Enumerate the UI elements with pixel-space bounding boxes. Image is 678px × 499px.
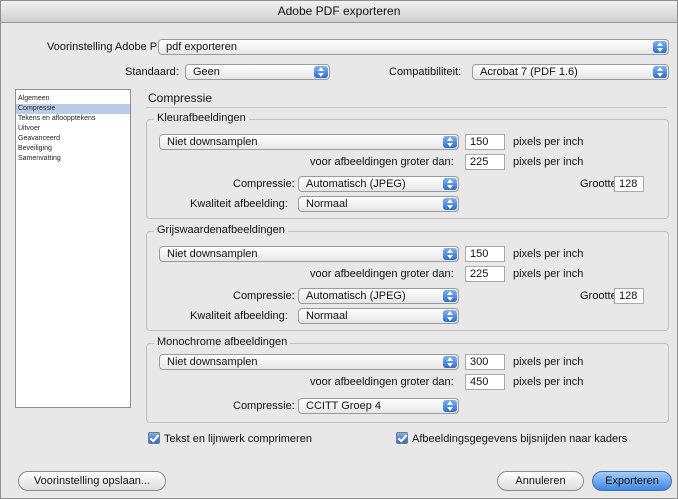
- mono-downsample-value: Niet downsamplen: [167, 356, 258, 368]
- mono-compression-value: CCITT Groep 4: [306, 400, 381, 412]
- color-compression-label: Compressie:: [233, 178, 295, 190]
- color-quality-select[interactable]: Normaal: [298, 196, 459, 212]
- preset-label: Voorinstelling Adobe PDF:: [47, 41, 175, 53]
- gray-above-unit: pixels per inch: [513, 268, 584, 280]
- mono-downsample-select[interactable]: Niet downsamplen: [159, 354, 459, 370]
- sidebar-item-uitvoer[interactable]: Uitvoer: [16, 124, 130, 134]
- mono-ppi-unit: pixels per inch: [513, 356, 584, 368]
- mono-compression-label: Compressie:: [233, 400, 295, 412]
- sidebar-item-tekens[interactable]: Tekens en afloopptekens: [16, 114, 130, 124]
- gray-above-label: voor afbeeldingen groter dan:: [310, 268, 454, 280]
- mono-compression-select[interactable]: CCITT Groep 4: [298, 398, 459, 414]
- export-dialog: Adobe PDF exporteren Voorinstelling Adob…: [0, 0, 678, 499]
- mono-above-label: voor afbeeldingen groter dan:: [310, 376, 454, 388]
- standard-select[interactable]: Geen: [185, 64, 330, 80]
- gray-downsample-select[interactable]: Niet downsamplen: [159, 246, 459, 262]
- crop-images-checkbox[interactable]: [396, 432, 408, 444]
- color-downsample-value: Niet downsamplen: [167, 136, 258, 148]
- popup-arrows-icon: [653, 66, 667, 78]
- window-title: Adobe PDF exporteren: [1, 1, 677, 23]
- popup-arrows-icon: [443, 400, 457, 412]
- color-size-field[interactable]: 128: [614, 176, 644, 192]
- gray-downsample-value: Niet downsamplen: [167, 248, 258, 260]
- popup-arrows-icon: [443, 198, 457, 210]
- gray-compression-label: Compressie:: [233, 290, 295, 302]
- gray-group-title: Grijswaardenafbeeldingen: [154, 224, 288, 236]
- color-compression-select[interactable]: Automatisch (JPEG): [298, 176, 459, 192]
- sidebar-item-beveiliging[interactable]: Beveiliging: [16, 144, 130, 154]
- mono-group-title: Monochrome afbeeldingen: [154, 336, 291, 348]
- popup-arrows-icon: [443, 290, 457, 302]
- gray-compression-value: Automatisch (JPEG): [306, 290, 406, 302]
- standard-value: Geen: [193, 66, 220, 78]
- panel-divider: [146, 107, 667, 108]
- gray-quality-value: Normaal: [306, 310, 348, 322]
- compat-value: Acrobat 7 (PDF 1.6): [480, 66, 578, 78]
- crop-images-label: Afbeeldingsgegevens bijsnijden naar kade…: [412, 433, 628, 445]
- sidebar-item-compressie[interactable]: Compressie: [16, 104, 130, 114]
- color-ppi-field[interactable]: 150: [465, 134, 505, 150]
- mono-above-field[interactable]: 450: [465, 374, 505, 390]
- color-group-title: Kleurafbeeldingen: [154, 112, 249, 124]
- preset-value: pdf exporteren: [166, 41, 237, 53]
- panel-title: Compressie: [148, 91, 213, 105]
- popup-arrows-icon: [443, 248, 457, 260]
- compress-text-label: Tekst en lijnwerk comprimeren: [164, 433, 312, 445]
- popup-arrows-icon: [314, 66, 328, 78]
- mono-above-unit: pixels per inch: [513, 376, 584, 388]
- sidebar-item-algemeen[interactable]: Algemeen: [16, 94, 130, 104]
- compress-text-checkbox[interactable]: [148, 432, 160, 444]
- compat-select[interactable]: Acrobat 7 (PDF 1.6): [472, 64, 669, 80]
- compat-label: Compatibiliteit:: [389, 66, 462, 78]
- popup-arrows-icon: [443, 310, 457, 322]
- sidebar-item-samenvatting[interactable]: Samenvatting: [16, 154, 130, 164]
- export-button[interactable]: Exporteren: [592, 471, 672, 491]
- gray-ppi-unit: pixels per inch: [513, 248, 584, 260]
- popup-arrows-icon: [653, 41, 667, 53]
- cancel-button[interactable]: Annuleren: [497, 471, 584, 491]
- standard-label: Standaard:: [125, 66, 179, 78]
- color-quality-label: Kwaliteit afbeelding:: [190, 198, 288, 210]
- color-above-unit: pixels per inch: [513, 156, 584, 168]
- gray-quality-label: Kwaliteit afbeelding:: [190, 310, 288, 322]
- sidebar: Algemeen Compressie Tekens en afloopptek…: [15, 89, 131, 408]
- popup-arrows-icon: [443, 178, 457, 190]
- color-above-label: voor afbeeldingen groter dan:: [310, 156, 454, 168]
- gray-ppi-field[interactable]: 150: [465, 246, 505, 262]
- preset-select[interactable]: pdf exporteren: [158, 39, 669, 55]
- mono-ppi-field[interactable]: 300: [465, 354, 505, 370]
- popup-arrows-icon: [443, 136, 457, 148]
- color-quality-value: Normaal: [306, 198, 348, 210]
- sidebar-item-geavanceerd[interactable]: Geavanceerd: [16, 134, 130, 144]
- popup-arrows-icon: [443, 356, 457, 368]
- gray-compression-select[interactable]: Automatisch (JPEG): [298, 288, 459, 304]
- save-preset-button[interactable]: Voorinstelling opslaan...: [18, 471, 166, 491]
- gray-quality-select[interactable]: Normaal: [298, 308, 459, 324]
- color-compression-value: Automatisch (JPEG): [306, 178, 406, 190]
- gray-size-field[interactable]: 128: [614, 288, 644, 304]
- gray-above-field[interactable]: 225: [465, 266, 505, 282]
- color-downsample-select[interactable]: Niet downsamplen: [159, 134, 459, 150]
- color-ppi-unit: pixels per inch: [513, 136, 584, 148]
- color-above-field[interactable]: 225: [465, 154, 505, 170]
